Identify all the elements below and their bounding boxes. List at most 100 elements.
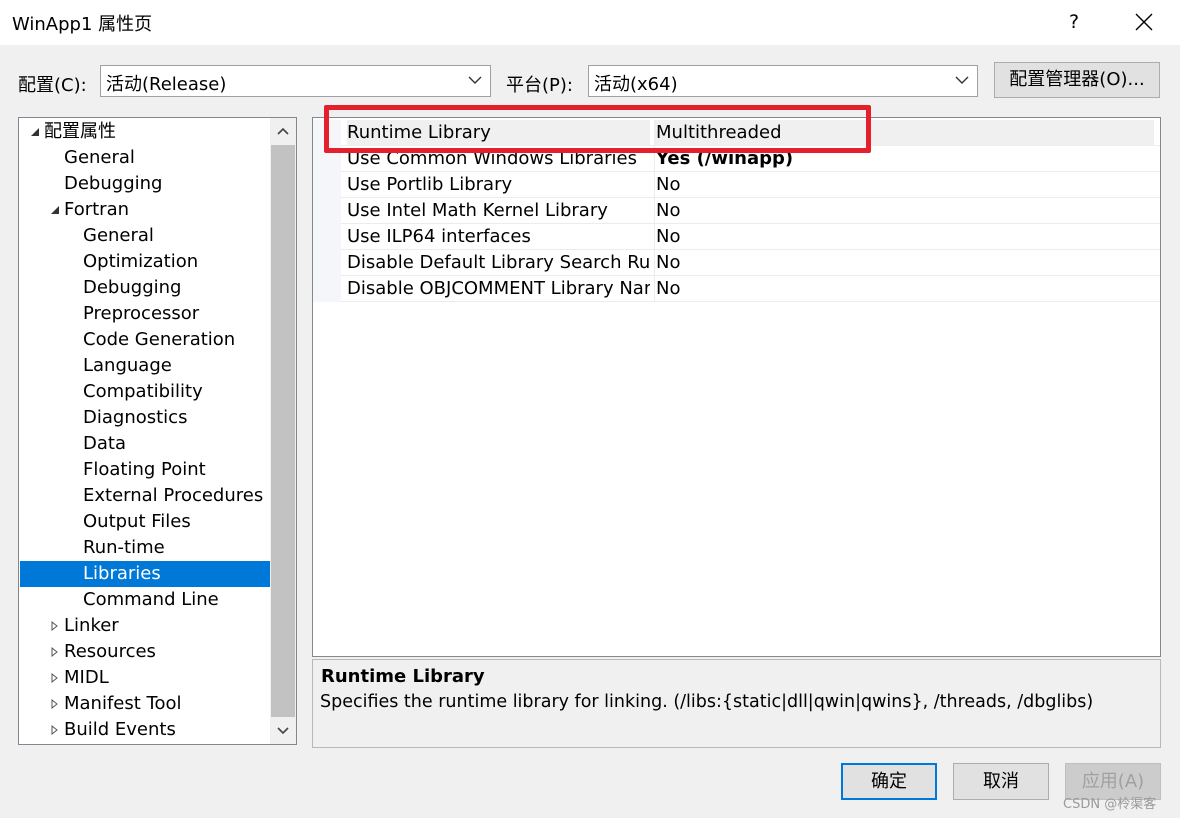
- platform-dropdown[interactable]: 活动(x64): [588, 65, 978, 97]
- tree-item[interactable]: Build Events: [20, 717, 270, 743]
- scroll-up-button[interactable]: [270, 118, 296, 144]
- property-value[interactable]: No: [654, 224, 1154, 250]
- collapsed-triangle-icon[interactable]: [48, 691, 62, 717]
- tree-item-label: Libraries: [83, 563, 161, 584]
- config-dropdown[interactable]: 活动(Release): [100, 65, 491, 97]
- expanded-triangle-icon[interactable]: [28, 119, 42, 145]
- property-value[interactable]: Yes (/winapp): [654, 146, 1154, 172]
- tree-item-label: Optimization: [83, 251, 199, 272]
- tree-item[interactable]: Command Line: [20, 587, 270, 613]
- tree-item-label: General: [83, 225, 154, 246]
- row-gutter: [313, 198, 341, 224]
- tree-item-label: Debugging: [64, 173, 163, 194]
- row-gutter: [313, 120, 341, 146]
- chevron-down-icon: [955, 76, 969, 84]
- property-row[interactable]: Disable OBJCOMMENT Library Names No: [313, 276, 1160, 302]
- property-value[interactable]: No: [654, 250, 1154, 276]
- tree-item-label: Resources: [64, 641, 156, 662]
- tree-item-label: Run-time: [83, 537, 165, 558]
- property-name: Use ILP64 interfaces: [347, 226, 531, 247]
- tree-item-label: Preprocessor: [83, 303, 200, 324]
- tree-item[interactable]: External Procedures: [20, 483, 270, 509]
- tree-item[interactable]: Output Files: [20, 509, 270, 535]
- tree-item[interactable]: Diagnostics: [20, 405, 270, 431]
- tree-item[interactable]: Resources: [20, 639, 270, 665]
- property-tree: 配置属性 General Debugging Fortran General Optimi…: [18, 117, 297, 745]
- tree-item-label: Data: [83, 433, 126, 454]
- tree-item[interactable]: Debugging: [20, 171, 270, 197]
- collapsed-triangle-icon[interactable]: [48, 665, 62, 691]
- config-value: 活动(Release): [106, 74, 227, 95]
- property-row[interactable]: Use ILP64 interfaces No: [313, 224, 1160, 250]
- collapsed-triangle-icon[interactable]: [48, 613, 62, 639]
- tree-item[interactable]: Linker: [20, 613, 270, 639]
- row-gutter: [313, 172, 341, 198]
- tree-item-label: MIDL: [64, 667, 109, 688]
- tree-item[interactable]: Fortran: [20, 197, 270, 223]
- tree-item-label: General: [64, 147, 135, 168]
- close-icon: [1135, 13, 1153, 31]
- property-row[interactable]: Use Intel Math Kernel Library No: [313, 198, 1160, 224]
- close-button[interactable]: [1122, 2, 1166, 42]
- tree-item[interactable]: Optimization: [20, 249, 270, 275]
- scroll-down-button[interactable]: [270, 718, 296, 744]
- tree-item-label: Debugging: [83, 277, 182, 298]
- help-button[interactable]: ?: [1052, 2, 1096, 42]
- config-manager-button[interactable]: 配置管理器(O)...: [994, 62, 1160, 98]
- tree-item-label: Language: [83, 355, 172, 376]
- tree-scrollbar[interactable]: [270, 118, 296, 744]
- property-value[interactable]: No: [654, 172, 1154, 198]
- collapsed-triangle-icon[interactable]: [48, 639, 62, 665]
- property-name: Disable OBJCOMMENT Library Names: [347, 278, 650, 299]
- property-value[interactable]: Multithreaded: [654, 120, 1154, 146]
- expanded-triangle-icon[interactable]: [48, 197, 62, 223]
- chevron-up-icon: [277, 127, 289, 135]
- tree-item-label: Diagnostics: [83, 407, 188, 428]
- tree-item[interactable]: Manifest Tool: [20, 691, 270, 717]
- scroll-thumb[interactable]: [271, 145, 295, 717]
- description-panel: Runtime Library Specifies the runtime li…: [312, 659, 1161, 748]
- tree-item[interactable]: General: [20, 223, 270, 249]
- tree-item-label: Linker: [64, 615, 119, 636]
- tree-item[interactable]: Preprocessor: [20, 301, 270, 327]
- tree-item[interactable]: Run-time: [20, 535, 270, 561]
- platform-value: 活动(x64): [594, 74, 678, 95]
- tree-item[interactable]: 配置属性: [20, 119, 270, 145]
- property-value[interactable]: No: [654, 276, 1154, 302]
- property-name: Use Intel Math Kernel Library: [347, 200, 608, 221]
- title-bar: WinApp1 属性页 ?: [0, 0, 1180, 45]
- watermark: CSDN @柃渠客: [1063, 797, 1157, 812]
- tree-item[interactable]: Data: [20, 431, 270, 457]
- chevron-down-icon: [277, 727, 289, 735]
- tree-item[interactable]: Compatibility: [20, 379, 270, 405]
- tree-item-label: Manifest Tool: [64, 693, 182, 714]
- property-row[interactable]: Use Portlib Library No: [313, 172, 1160, 198]
- tree-item-label: Command Line: [83, 589, 219, 610]
- row-gutter: [313, 250, 341, 276]
- chevron-down-icon: [468, 76, 482, 84]
- collapsed-triangle-icon[interactable]: [48, 717, 62, 743]
- tree-item[interactable]: Debugging: [20, 275, 270, 301]
- ok-button[interactable]: 确定: [841, 763, 937, 800]
- row-gutter: [313, 276, 341, 302]
- tree-item-label: Compatibility: [83, 381, 203, 402]
- tree-item[interactable]: Libraries: [20, 561, 270, 587]
- tree-item-label: External Procedures: [83, 485, 264, 506]
- property-grid: Runtime Library Multithreaded Use Common W…: [312, 117, 1161, 657]
- window-title: WinApp1 属性页: [12, 14, 153, 35]
- tree-item-label: Floating Point: [83, 459, 206, 480]
- property-name: Runtime Library: [347, 120, 650, 146]
- tree-item[interactable]: Language: [20, 353, 270, 379]
- description-text: Specifies the runtime library for linkin…: [320, 692, 1094, 712]
- property-row[interactable]: Disable Default Library Search Rules No: [313, 250, 1160, 276]
- tree-item[interactable]: General: [20, 145, 270, 171]
- tree-item[interactable]: MIDL: [20, 665, 270, 691]
- cancel-button[interactable]: 取消: [953, 763, 1049, 800]
- tree-item[interactable]: Floating Point: [20, 457, 270, 483]
- property-row[interactable]: Use Common Windows Libraries Yes (/winapp…: [313, 146, 1160, 172]
- property-value[interactable]: No: [654, 198, 1154, 224]
- property-name: Use Common Windows Libraries: [347, 148, 637, 169]
- property-row[interactable]: Runtime Library Multithreaded: [313, 120, 1160, 146]
- tree-item-label: Output Files: [83, 511, 191, 532]
- tree-item[interactable]: Code Generation: [20, 327, 270, 353]
